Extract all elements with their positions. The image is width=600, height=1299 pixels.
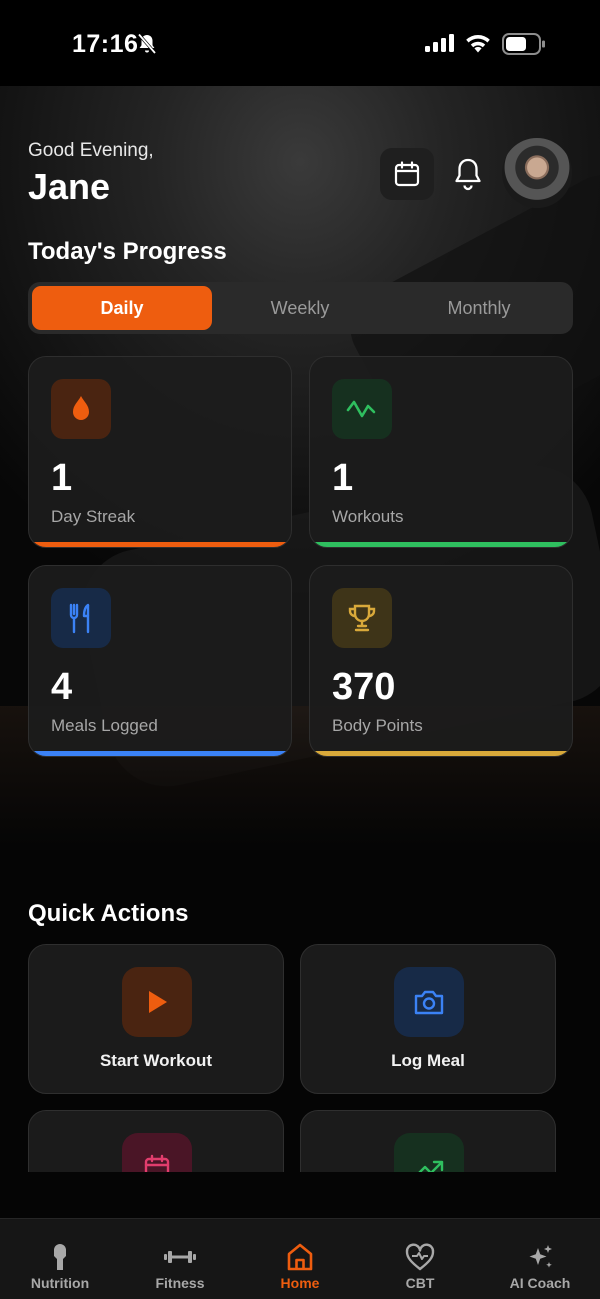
quick-action-card-partial[interactable] (28, 1110, 284, 1172)
stat-label: Body Points (332, 716, 423, 735)
heart-pulse-icon (404, 1241, 436, 1273)
camera-icon (394, 967, 464, 1037)
calendar-button[interactable] (380, 148, 434, 200)
stat-value: 4 (51, 666, 73, 708)
tab-label: AI Coach (509, 1275, 571, 1291)
stat-card-workouts[interactable]: 1 Workouts (309, 356, 573, 548)
bottom-tab-bar: Nutrition Fitness Home CBT AI Coach (0, 1218, 600, 1299)
stat-label: Workouts (332, 507, 404, 526)
cellular-signal-icon (425, 34, 455, 57)
quick-action-label: Log Meal (391, 1051, 465, 1070)
stat-label: Day Streak (51, 507, 136, 526)
period-weekly-tab[interactable]: Weekly (210, 286, 390, 330)
utensils-icon (51, 588, 111, 648)
stat-label: Meals Logged (51, 716, 158, 735)
quick-actions-overflow (0, 1110, 600, 1172)
progress-section-title: Today's Progress (28, 238, 227, 265)
status-time: 17:16 (72, 30, 139, 58)
trending-up-icon (394, 1133, 464, 1172)
stat-value: 1 (51, 457, 73, 499)
tab-fitness[interactable]: Fitness (120, 1219, 240, 1299)
nutrition-icon (49, 1241, 71, 1273)
stat-accent-bar (29, 542, 291, 547)
stat-card-day-streak[interactable]: 1 Day Streak (28, 356, 292, 548)
period-monthly-tab[interactable]: Monthly (389, 286, 569, 330)
calendar-icon (122, 1133, 192, 1172)
greeting-text: Good Evening, (28, 140, 154, 161)
user-name: Jane (28, 166, 111, 207)
tab-label: CBT (405, 1275, 435, 1291)
tab-ai-coach[interactable]: AI Coach (480, 1219, 600, 1299)
status-bar: 17:16 (0, 0, 600, 86)
profile-avatar[interactable] (502, 138, 572, 208)
dumbbell-icon (163, 1241, 197, 1273)
flame-icon (51, 379, 111, 439)
sparkles-icon (525, 1241, 555, 1273)
scroll-fade (0, 1172, 600, 1218)
trophy-icon (332, 588, 392, 648)
battery-icon (502, 33, 546, 60)
start-workout-button[interactable]: Start Workout (28, 944, 284, 1094)
stat-card-meals-logged[interactable]: 4 Meals Logged (28, 565, 292, 757)
wifi-icon (464, 32, 492, 59)
home-icon (285, 1241, 315, 1273)
stat-accent-bar (29, 751, 291, 756)
period-segmented-control: Daily Weekly Monthly (28, 282, 573, 334)
stat-value: 370 (332, 666, 396, 708)
log-meal-button[interactable]: Log Meal (300, 944, 556, 1094)
play-icon (122, 967, 192, 1037)
tab-label: Home (280, 1275, 320, 1291)
calendar-icon (394, 161, 420, 187)
tab-label: Nutrition (30, 1275, 90, 1291)
tab-home[interactable]: Home (240, 1219, 360, 1299)
period-daily-tab[interactable]: Daily (32, 286, 212, 330)
bell-icon (455, 158, 481, 191)
tab-cbt[interactable]: CBT (360, 1219, 480, 1299)
tab-nutrition[interactable]: Nutrition (0, 1219, 120, 1299)
stat-accent-bar (310, 751, 572, 756)
stat-value: 1 (332, 457, 354, 499)
stat-card-body-points[interactable]: 370 Body Points (309, 565, 573, 757)
quick-action-label: Start Workout (99, 1051, 213, 1070)
stat-accent-bar (310, 542, 572, 547)
quick-action-card-partial[interactable] (300, 1110, 556, 1172)
silent-mode-icon (137, 33, 157, 60)
quick-actions-title: Quick Actions (28, 900, 189, 927)
tab-label: Fitness (155, 1275, 205, 1291)
notifications-button[interactable] (446, 152, 490, 196)
activity-icon (332, 379, 392, 439)
